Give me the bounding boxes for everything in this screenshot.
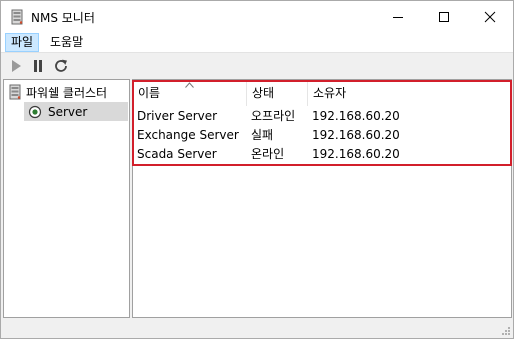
server-list[interactable]: 이름 상태 소유자 Driver Server 오프라인 192.168.60.… [132,79,512,318]
tree-item-server[interactable]: Server [24,102,128,121]
row-status: 오프라인 [251,109,296,123]
menu-bar: 파일 도움말 [1,32,513,52]
column-header-name[interactable]: 이름 [133,80,247,106]
refresh-button[interactable] [52,57,70,75]
row-owner: 192.168.60.20 [312,109,400,123]
list-row[interactable]: Driver Server 오프라인 192.168.60.20 [133,107,511,126]
list-row[interactable]: Scada Server 온라인 192.168.60.20 [133,145,511,164]
minimize-icon [393,16,403,18]
column-header-owner[interactable]: 소유자 [308,80,388,106]
row-name: Scada Server [137,147,217,161]
title-bar[interactable]: NMS 모니터 [1,1,513,32]
column-header-name-label: 이름 [138,86,161,100]
app-window: NMS 모니터 파일 도움말 파워쉘 클러스터 Server 이름 상태 소유자… [0,0,514,339]
row-owner: 192.168.60.20 [312,128,400,142]
sort-ascending-icon [185,82,194,88]
row-owner: 192.168.60.20 [312,147,400,161]
menu-file[interactable]: 파일 [5,33,40,52]
server-rack-icon [9,84,21,100]
status-bar [1,319,513,338]
column-header-status-label: 상태 [252,86,275,100]
pause-button[interactable] [29,57,47,75]
maximize-button[interactable] [421,1,467,32]
row-status: 온라인 [251,147,285,161]
minimize-button[interactable] [375,1,421,32]
row-status: 실패 [251,128,274,142]
play-button[interactable] [7,57,25,75]
menu-help[interactable]: 도움말 [45,33,88,52]
column-header-status[interactable]: 상태 [247,80,308,106]
play-icon [12,60,21,72]
column-header-owner-label: 소유자 [313,86,347,100]
radio-node-icon [28,105,42,118]
pause-icon [34,60,42,72]
window-title: NMS 모니터 [31,11,95,25]
server-rack-icon [11,9,23,25]
list-header: 이름 상태 소유자 [133,80,511,106]
toolbar [1,52,513,79]
row-name: Exchange Server [137,128,239,142]
close-icon [484,11,496,22]
refresh-icon [55,59,67,72]
tree-item-label: Server [48,104,88,119]
tree-root-cluster[interactable]: 파워쉘 클러스터 [8,83,107,101]
tree-pane[interactable]: 파워쉘 클러스터 Server [3,79,130,318]
row-name: Driver Server [137,109,218,123]
tree-root-label: 파워쉘 클러스터 [26,85,108,100]
maximize-icon [439,11,449,22]
resize-grip-icon[interactable] [501,326,511,336]
close-button[interactable] [467,1,513,32]
list-row[interactable]: Exchange Server 실패 192.168.60.20 [133,126,511,145]
